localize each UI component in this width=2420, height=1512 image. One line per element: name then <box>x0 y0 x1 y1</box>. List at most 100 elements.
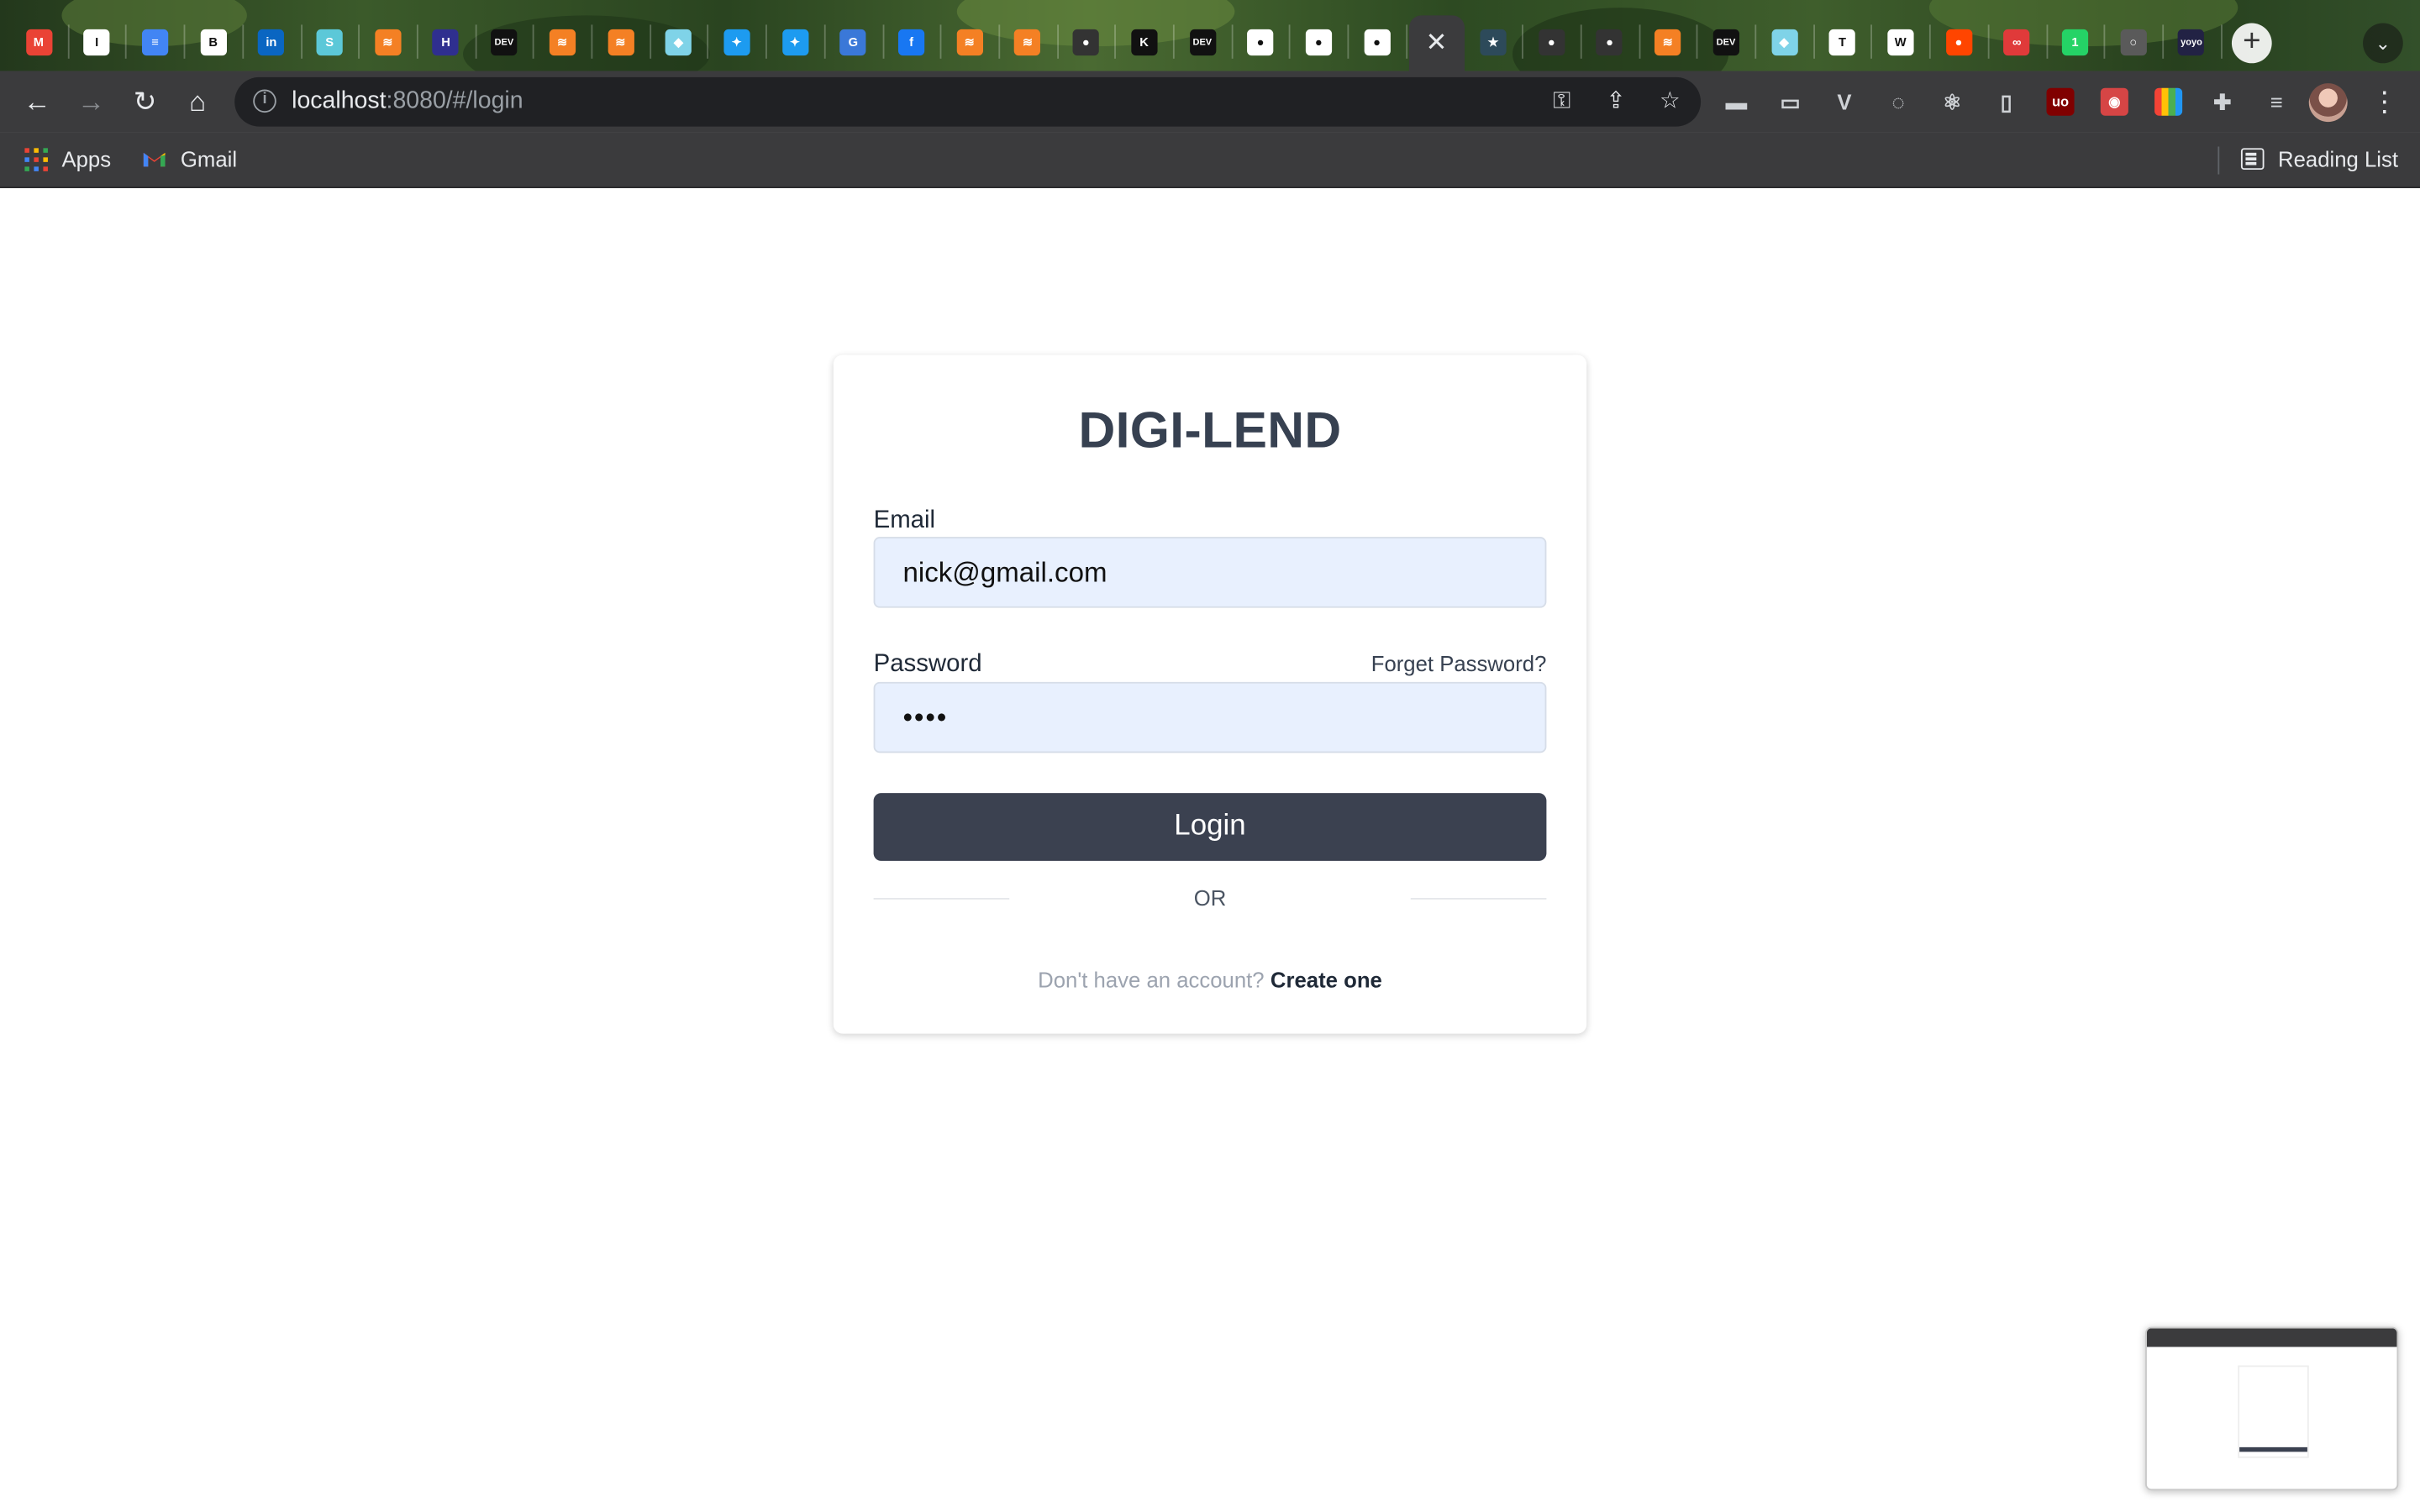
browser-tab[interactable]: f <box>885 14 937 71</box>
ublock-icon[interactable]: uo <box>2046 87 2075 116</box>
browser-tab[interactable]: ≋ <box>361 14 413 71</box>
tab-separator <box>1347 24 1349 59</box>
thumbnail-button <box>2239 1446 2307 1452</box>
browser-tab[interactable]: DEV <box>1700 14 1752 71</box>
browser-tab[interactable]: G <box>827 14 879 71</box>
whatsapp-icon: 1 <box>2061 29 2089 56</box>
home-button[interactable]: ⌂ <box>181 85 214 118</box>
globe-icon: ● <box>1247 29 1274 56</box>
browser-tab[interactable]: yoyo <box>2165 14 2217 71</box>
browser-tab[interactable]: ◆ <box>1758 14 1810 71</box>
new-tab-button[interactable]: + <box>2231 23 2272 64</box>
browser-tab[interactable]: ● <box>1525 14 1577 71</box>
browser-tab[interactable]: 1 <box>2049 14 2101 71</box>
bookmark-ext-icon[interactable]: ▯ <box>1992 88 2020 116</box>
browser-tab[interactable]: H <box>419 14 471 71</box>
apps-grid-icon <box>24 147 48 171</box>
bookmark-apps[interactable]: Apps <box>24 146 111 171</box>
page-content: DIGI-LEND Email nick@gmail.com Password … <box>0 188 2420 1512</box>
no-account-text: Don't have an account? <box>1038 967 1265 993</box>
browser-tab[interactable]: K <box>1118 14 1170 71</box>
forgot-password-link[interactable]: Forget Password? <box>1371 651 1547 675</box>
browser-tab[interactable]: ● <box>1583 14 1635 71</box>
tab-separator <box>1289 24 1292 59</box>
browser-tab[interactable]: in <box>245 14 297 71</box>
login-button[interactable]: Login <box>873 793 1547 861</box>
browser-tab[interactable]: S <box>303 14 355 71</box>
bookmark-gmail[interactable]: Gmail <box>142 146 237 171</box>
url-host: localhost <box>292 87 387 114</box>
browser-tab[interactable]: ≋ <box>1002 14 1054 71</box>
yoyo-icon: yoyo <box>2178 29 2205 56</box>
github-icon: ● <box>1072 29 1099 56</box>
back-button[interactable]: ← <box>20 85 54 118</box>
tab-separator <box>1870 24 1873 59</box>
browser-tab[interactable]: I <box>71 14 123 71</box>
browser-tab[interactable]: ★ <box>1467 14 1519 71</box>
instapaper-icon: I <box>83 29 110 56</box>
browser-tab[interactable]: ○ <box>2107 14 2159 71</box>
gmail-icon: M <box>25 29 52 56</box>
browser-tab[interactable]: ≋ <box>1642 14 1694 71</box>
puzzle-icon[interactable]: ✚ <box>2208 88 2236 116</box>
browser-tab[interactable]: ● <box>1292 14 1344 71</box>
facebook-icon: f <box>897 29 925 56</box>
browser-tab[interactable]: ≋ <box>944 14 996 71</box>
address-bar[interactable]: i localhost:8080/#/login ⚿ ⇪ ☆ <box>234 76 1702 127</box>
tab-separator <box>881 24 884 59</box>
create-account-link[interactable]: Create one <box>1270 968 1382 992</box>
browser-tab[interactable]: ≋ <box>594 14 646 71</box>
hashnode-icon: H <box>433 29 460 56</box>
menu-kebab-icon[interactable]: ⋮ <box>2370 85 2398 118</box>
browser-tab[interactable]: ◆ <box>652 14 704 71</box>
browser-tab[interactable]: ● <box>1350 14 1402 71</box>
password-key-icon[interactable]: ⚿ <box>1548 88 1576 116</box>
twitter-icon: ✦ <box>723 29 750 56</box>
site-info-icon[interactable]: i <box>253 89 276 113</box>
tab-separator <box>1056 24 1059 59</box>
browser-tab[interactable]: ✕ <box>1408 15 1465 71</box>
browser-tab[interactable]: DEV <box>478 14 530 71</box>
browser-tab[interactable]: ● <box>1933 14 1985 71</box>
tab-separator <box>591 24 593 59</box>
react-devtools-icon[interactable]: ⚛ <box>1939 88 1966 116</box>
truck-ext-icon[interactable]: ▬ <box>1723 88 1750 116</box>
browser-tab[interactable]: ≋ <box>536 14 588 71</box>
address-url[interactable]: localhost:8080/#/login <box>292 88 523 116</box>
vue-devtools-icon[interactable]: V <box>1830 88 1858 116</box>
grammarly-ext-icon[interactable]: ◌ <box>1885 88 1912 116</box>
browser-tab[interactable]: DEV <box>1176 14 1228 71</box>
media-queue-icon[interactable]: ≡ <box>2263 88 2291 116</box>
browser-tab[interactable]: M <box>13 14 65 71</box>
browser-tab[interactable]: ∞ <box>1991 14 2043 71</box>
password-field[interactable]: •••• <box>873 681 1547 753</box>
tab-separator <box>2045 24 2048 59</box>
close-icon: ✕ <box>1425 28 1448 57</box>
browser-tab[interactable]: ✦ <box>711 14 763 71</box>
palette-ext-icon[interactable] <box>2154 87 2183 116</box>
reload-button[interactable]: ↻ <box>128 85 161 118</box>
tab-search-button[interactable]: ⌄ <box>2363 23 2403 64</box>
browser-tab[interactable]: W <box>1875 14 1927 71</box>
screenshot-thumbnail[interactable] <box>2145 1326 2399 1491</box>
share-icon[interactable]: ⇪ <box>1602 88 1630 116</box>
browser-tab[interactable]: ✦ <box>769 14 821 71</box>
profile-avatar[interactable] <box>2308 83 2348 123</box>
browser-tab[interactable]: ● <box>1234 14 1286 71</box>
bookmark-star-icon[interactable]: ☆ <box>1656 88 1684 116</box>
tab-separator <box>533 24 535 59</box>
forward-button[interactable]: → <box>74 85 108 118</box>
browser-tab[interactable]: B <box>187 14 239 71</box>
red-ext-icon[interactable]: ◉ <box>2100 87 2128 116</box>
tab-separator <box>1812 24 1815 59</box>
tab-separator <box>1754 24 1757 59</box>
browser-toolbar: ← → ↻ ⌂ i localhost:8080/#/login ⚿ ⇪ ☆ ▬… <box>0 71 2420 133</box>
password-label: Password <box>873 651 982 678</box>
tab-separator <box>183 24 186 59</box>
reading-list-button[interactable]: Reading List <box>2240 146 2398 171</box>
email-field[interactable]: nick@gmail.com <box>873 537 1547 608</box>
browser-tab[interactable]: ≡ <box>129 14 181 71</box>
browser-tab[interactable]: ● <box>1060 14 1112 71</box>
bus-ext-icon[interactable]: ▭ <box>1776 88 1804 116</box>
browser-tab[interactable]: T <box>1816 14 1868 71</box>
